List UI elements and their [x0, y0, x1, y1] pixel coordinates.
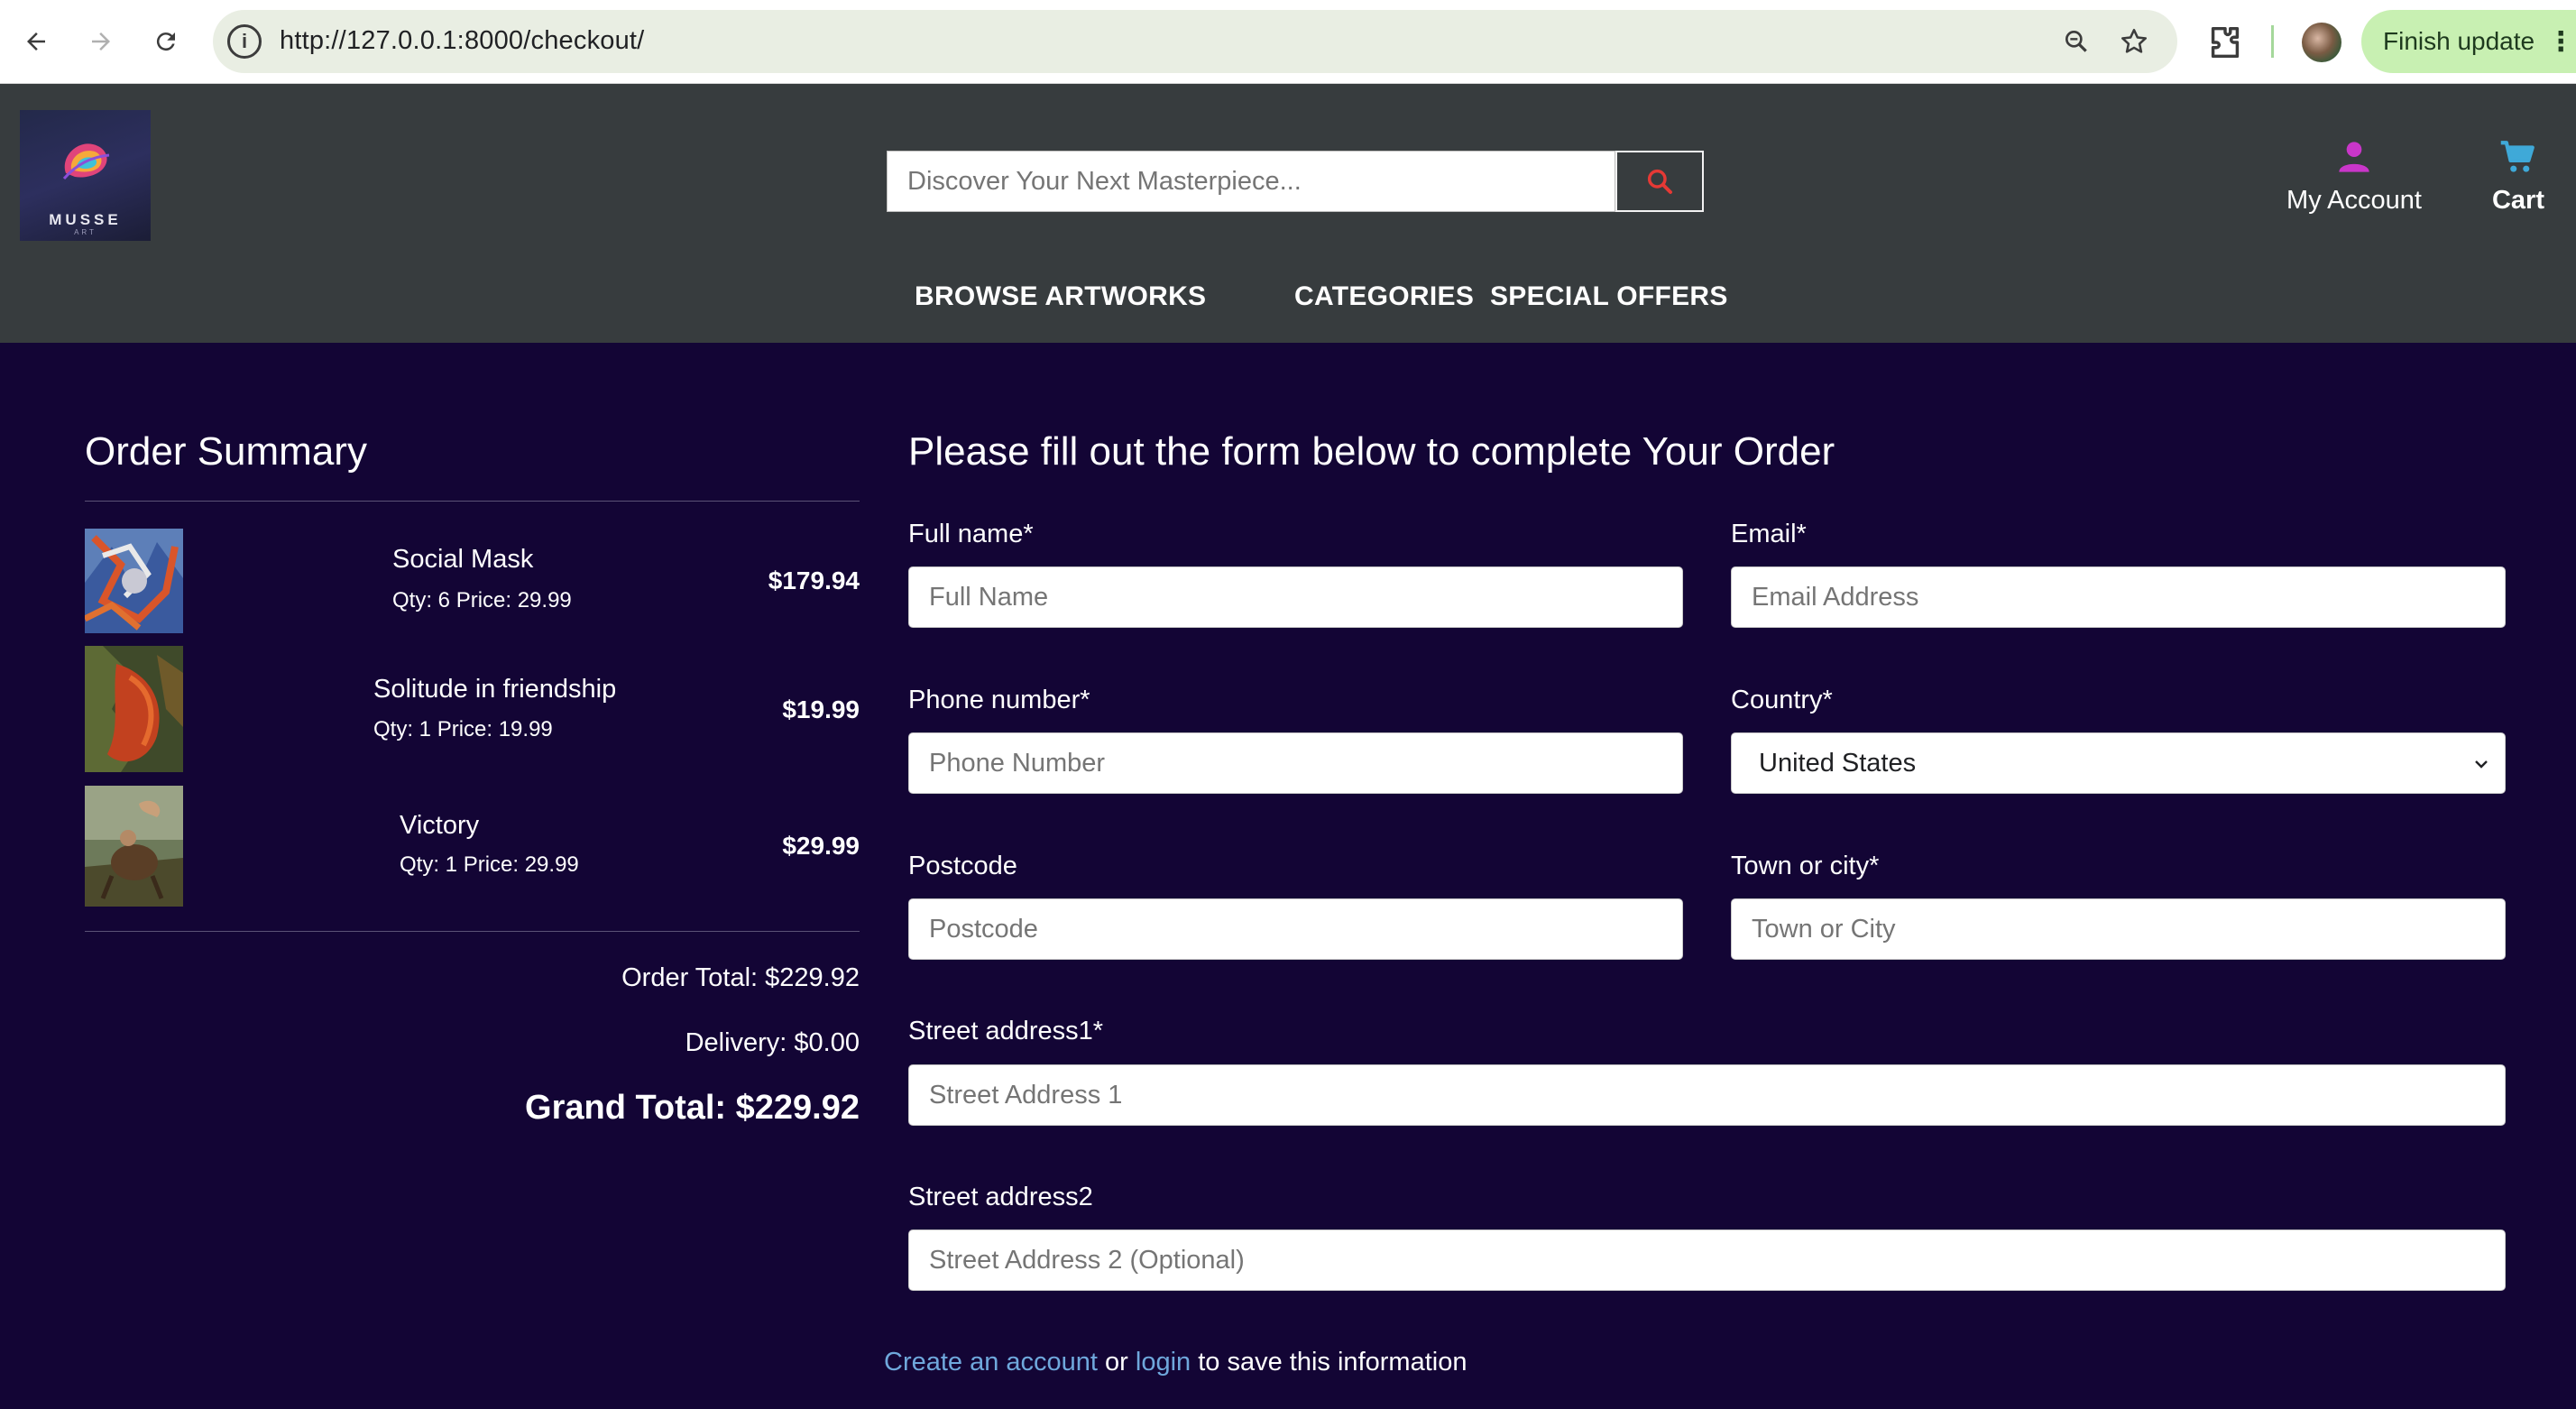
item-qty-price: Qty: 6 Price: 29.99: [392, 588, 572, 612]
reload-icon: [156, 32, 175, 51]
checkout-form-heading: Please fill out the form below to comple…: [908, 429, 1835, 474]
delivery-cost: Delivery: $0.00: [685, 1028, 860, 1057]
summary-divider-top: [85, 501, 860, 502]
extensions-puzzle-icon[interactable]: [2204, 22, 2246, 63]
street-address-1-field[interactable]: [908, 1064, 2506, 1126]
search-button[interactable]: [1615, 151, 1704, 212]
site-header: MUSSE ART My Account Cart BROWSE ARTWORK…: [0, 84, 2576, 343]
back-button[interactable]: [14, 20, 58, 63]
nav-browse-artworks[interactable]: BROWSE ARTWORKS: [915, 281, 1206, 312]
my-account-label: My Account: [2286, 186, 2422, 215]
email-field[interactable]: [1731, 566, 2506, 628]
nav-categories[interactable]: CATEGORIES: [1294, 281, 1474, 312]
item-subtotal: $19.99: [782, 695, 860, 723]
full-name-field[interactable]: [908, 566, 1683, 628]
country-selected-value: United States: [1759, 748, 1917, 778]
phone-field[interactable]: [908, 732, 1683, 794]
item-name: Victory: [400, 811, 480, 840]
address-bar[interactable]: i http://127.0.0.1:8000/checkout/: [213, 10, 2177, 73]
item-thumbnail-solitude-in-friendship[interactable]: [85, 646, 183, 772]
user-icon: [2339, 142, 2369, 172]
finish-update-label: Finish update: [2383, 27, 2535, 55]
more-menu-icon[interactable]: ⋮: [2547, 26, 2574, 58]
logo-text: MUSSE: [49, 211, 122, 228]
email-label: Email*: [1731, 520, 1807, 548]
logo-emblem-icon: [62, 143, 110, 180]
item-subtotal: $179.94: [768, 566, 860, 594]
town-label: Town or city*: [1731, 852, 1880, 880]
url-text[interactable]: http://127.0.0.1:8000/checkout/: [280, 26, 644, 56]
site-info-icon[interactable]: i: [227, 24, 262, 59]
country-label: Country*: [1731, 686, 1833, 714]
item-thumbnail-victory[interactable]: [85, 786, 183, 907]
login-link[interactable]: login: [1136, 1348, 1191, 1377]
search-icon: [1647, 169, 1672, 194]
postcode-field[interactable]: [908, 898, 1683, 960]
save-info-suffix: to save this information: [1198, 1348, 1467, 1377]
order-summary-title: Order Summary: [85, 429, 367, 474]
reload-button[interactable]: [144, 20, 188, 63]
chevron-down-icon: [2475, 760, 2488, 769]
arrow-right-icon: [92, 32, 110, 51]
bookmark-star-icon[interactable]: [2116, 23, 2152, 60]
save-info-text: Create an account or login to save this …: [884, 1348, 1467, 1377]
forward-button[interactable]: [79, 20, 123, 63]
phone-label: Phone number*: [908, 686, 1090, 714]
street2-label: Street address2: [908, 1183, 1093, 1211]
toolbar-divider: [2271, 25, 2274, 58]
cart-link[interactable]: Cart: [2480, 138, 2556, 219]
country-select[interactable]: United States: [1731, 732, 2506, 794]
nav-special-offers[interactable]: SPECIAL OFFERS: [1490, 281, 1728, 312]
postcode-label: Postcode: [908, 852, 1017, 880]
profile-avatar[interactable]: [2302, 23, 2341, 62]
cart-label: Cart: [2491, 186, 2544, 215]
town-field[interactable]: [1731, 898, 2506, 960]
zoom-icon[interactable]: [2058, 23, 2094, 60]
summary-divider-bottom: [85, 931, 860, 932]
create-account-link[interactable]: Create an account: [884, 1348, 1098, 1377]
search-input[interactable]: [887, 151, 1615, 212]
item-name: Social Mask: [392, 545, 534, 574]
my-account-link[interactable]: My Account: [2273, 138, 2435, 219]
street-address-2-field[interactable]: [908, 1229, 2506, 1291]
item-qty-price: Qty: 1 Price: 29.99: [400, 852, 579, 877]
browser-toolbar: i http://127.0.0.1:8000/checkout/ Finish…: [0, 0, 2576, 84]
street1-label: Street address1*: [908, 1017, 1104, 1045]
order-total: Order Total: $229.92: [621, 963, 860, 992]
grand-total: Grand Total: $229.92: [525, 1089, 860, 1127]
item-qty-price: Qty: 1 Price: 19.99: [373, 717, 553, 741]
shopping-cart-icon: [2500, 141, 2535, 172]
full-name-label: Full name*: [908, 520, 1034, 548]
item-thumbnail-social-mask[interactable]: [83, 529, 183, 633]
arrow-left-icon: [27, 32, 45, 51]
site-logo[interactable]: MUSSE ART: [20, 110, 151, 241]
finish-update-button[interactable]: Finish update ⋮: [2361, 10, 2576, 73]
item-name: Solitude in friendship: [373, 675, 617, 704]
save-info-or: or: [1105, 1348, 1128, 1377]
logo-subtext: ART: [74, 228, 97, 236]
item-subtotal: $29.99: [782, 832, 860, 860]
